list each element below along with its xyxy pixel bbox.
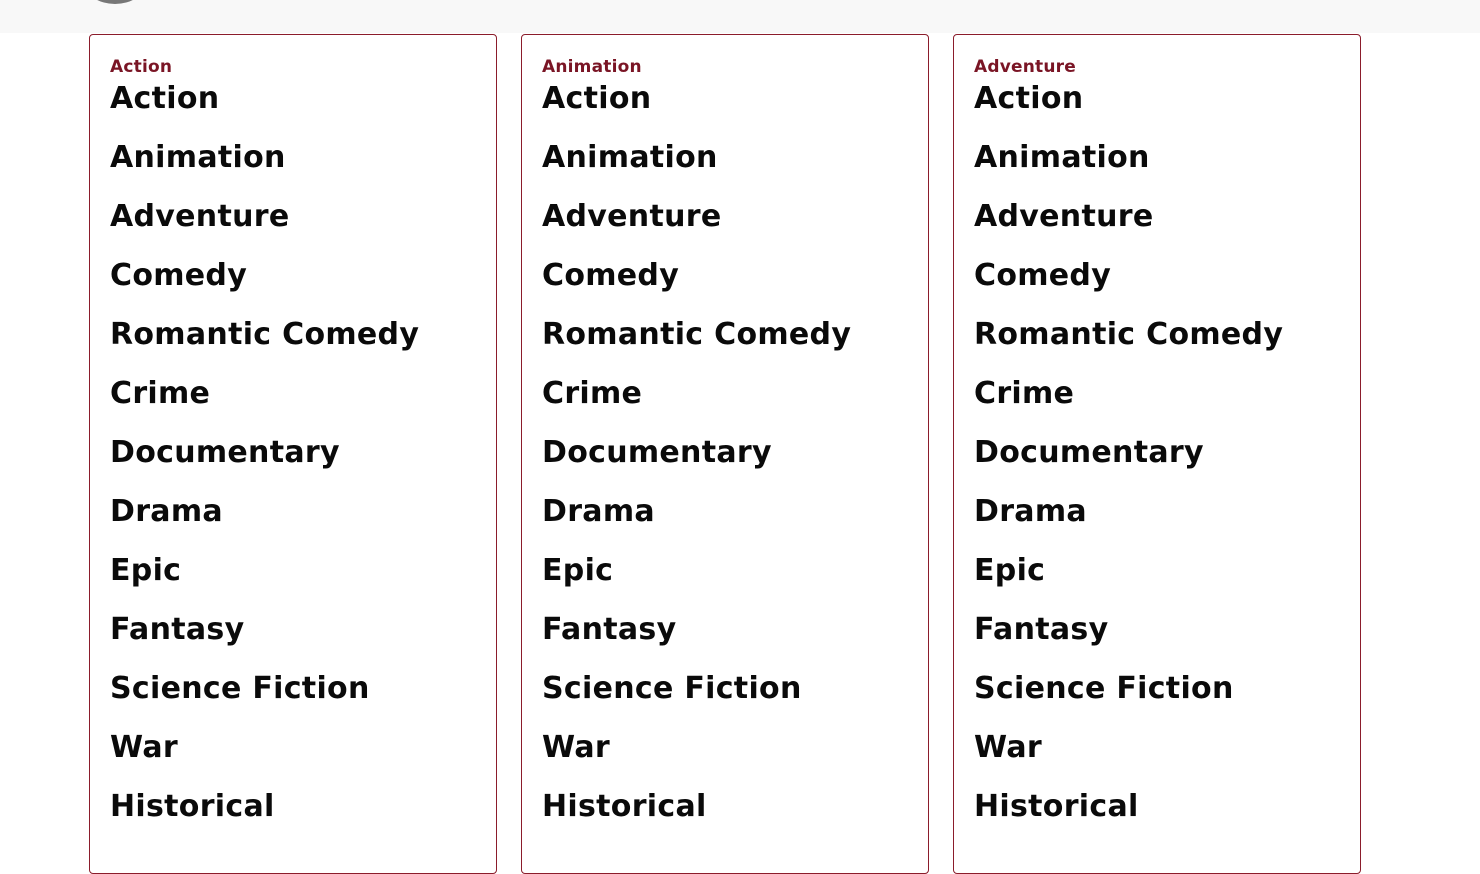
genre-item-documentary[interactable]: Documentary: [542, 423, 908, 482]
genre-item-drama[interactable]: Drama: [974, 482, 1340, 541]
genre-item-science-fiction[interactable]: Science Fiction: [110, 659, 476, 718]
genre-item-action[interactable]: Action: [110, 69, 476, 128]
genre-item-fantasy[interactable]: Fantasy: [110, 600, 476, 659]
genre-card: Action Action Animation Adventure Comedy…: [89, 34, 497, 874]
genre-item-drama[interactable]: Drama: [110, 482, 476, 541]
genre-item-animation[interactable]: Animation: [542, 128, 908, 187]
genre-item-documentary[interactable]: Documentary: [110, 423, 476, 482]
genre-item-animation[interactable]: Animation: [110, 128, 476, 187]
genre-item-drama[interactable]: Drama: [542, 482, 908, 541]
genre-item-war[interactable]: War: [974, 718, 1340, 777]
genre-item-historical[interactable]: Historical: [974, 777, 1340, 836]
genre-item-epic[interactable]: Epic: [974, 541, 1340, 600]
genre-card: Adventure Action Animation Adventure Com…: [953, 34, 1361, 874]
genre-list: Action Animation Adventure Comedy Romant…: [110, 69, 476, 836]
genre-item-adventure[interactable]: Adventure: [110, 187, 476, 246]
genre-item-comedy[interactable]: Comedy: [974, 246, 1340, 305]
genre-item-war[interactable]: War: [542, 718, 908, 777]
genre-item-comedy[interactable]: Comedy: [110, 246, 476, 305]
genre-list: Action Animation Adventure Comedy Romant…: [974, 69, 1340, 836]
genre-item-crime[interactable]: Crime: [974, 364, 1340, 423]
genre-item-historical[interactable]: Historical: [542, 777, 908, 836]
genre-item-science-fiction[interactable]: Science Fiction: [974, 659, 1340, 718]
genre-item-crime[interactable]: Crime: [110, 364, 476, 423]
genre-item-animation[interactable]: Animation: [974, 128, 1340, 187]
genre-item-comedy[interactable]: Comedy: [542, 246, 908, 305]
genre-item-historical[interactable]: Historical: [110, 777, 476, 836]
genre-item-adventure[interactable]: Adventure: [542, 187, 908, 246]
genre-item-fantasy[interactable]: Fantasy: [542, 600, 908, 659]
genre-item-adventure[interactable]: Adventure: [974, 187, 1340, 246]
genre-item-epic[interactable]: Epic: [110, 541, 476, 600]
genre-item-war[interactable]: War: [110, 718, 476, 777]
genre-list: Action Animation Adventure Comedy Romant…: [542, 69, 908, 836]
genre-item-documentary[interactable]: Documentary: [974, 423, 1340, 482]
genre-item-romantic-comedy[interactable]: Romantic Comedy: [542, 305, 908, 364]
genre-card: Animation Action Animation Adventure Com…: [521, 34, 929, 874]
genre-item-action[interactable]: Action: [542, 69, 908, 128]
genre-columns: Action Action Animation Adventure Comedy…: [0, 0, 1480, 874]
genre-item-romantic-comedy[interactable]: Romantic Comedy: [110, 305, 476, 364]
genre-item-science-fiction[interactable]: Science Fiction: [542, 659, 908, 718]
genre-item-fantasy[interactable]: Fantasy: [974, 600, 1340, 659]
genre-item-epic[interactable]: Epic: [542, 541, 908, 600]
genre-item-action[interactable]: Action: [974, 69, 1340, 128]
genre-item-romantic-comedy[interactable]: Romantic Comedy: [974, 305, 1340, 364]
genre-item-crime[interactable]: Crime: [542, 364, 908, 423]
